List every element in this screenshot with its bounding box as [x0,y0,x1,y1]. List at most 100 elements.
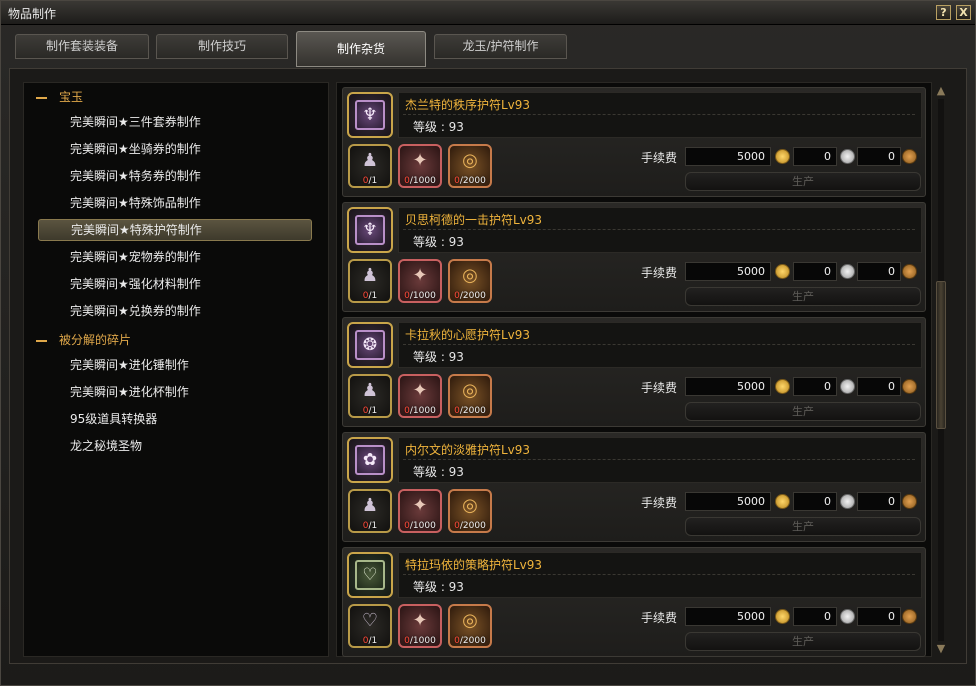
purple-wish-charm-icon[interactable]: ❂ [347,322,393,368]
divider [403,344,915,345]
purple-sword-charm-icon[interactable]: ♆ [347,207,393,253]
tree-item[interactable]: 完美瞬间★进化杯制作 [38,381,312,403]
recipe-card[interactable]: ✿ 内尔文的淡雅护符Lv93 等级 : 93 ♟ 0/1 ✦ 0/1000 ◎ 0/2000 手续… [342,432,926,542]
recipe-list: ♆ 杰兰特的秩序护符Lv93 等级 : 93 ♟ 0/1 ✦ 0/1000 ◎ 0/2000 手续… [336,82,932,657]
recipe-card[interactable]: ❂ 卡拉秋的心愿护符Lv93 等级 : 93 ♟ 0/1 ✦ 0/1000 ◎ 0/2000 手续… [342,317,926,427]
scroll-up-icon[interactable]: ▲ [935,85,947,97]
material-count: 0/1000 [404,291,436,301]
material-count: 0/1000 [404,636,436,646]
fee-silver-field: 0 [793,492,837,511]
scroll-thumb[interactable] [936,281,946,429]
close-button[interactable]: X [956,5,971,20]
material-glyph: ♟ [361,380,379,401]
red-fragment-material-icon[interactable]: ✦ 0/1000 [398,259,442,303]
material-glyph: ♟ [361,150,379,171]
category-label: 宝玉 [59,90,84,104]
bronze-coin-icon [902,264,917,279]
gold-ring-material-icon[interactable]: ◎ 0/2000 [448,604,492,648]
category-header[interactable]: 宝玉 [36,87,83,107]
category-label: 被分解的碎片 [59,333,132,347]
bronze-coin-icon [902,494,917,509]
gold-ring-material-icon[interactable]: ◎ 0/2000 [448,259,492,303]
tree-item[interactable]: 完美瞬间★坐骑券的制作 [38,138,312,160]
tree-item[interactable]: 完美瞬间★特务券的制作 [38,165,312,187]
help-button[interactable]: ? [936,5,951,20]
tree-item[interactable]: 95级道具转换器 [38,408,312,430]
produce-button[interactable]: 生产 [685,172,921,191]
material-count: 0/2000 [454,521,486,531]
recipe-card[interactable]: ♡ 特拉玛依的策略护符Lv93 等级 : 93 ♡ 0/1 ✦ 0/1000 ◎ 0/2000 手… [342,547,926,657]
divider [403,574,915,575]
purple-elegance-charm-icon[interactable]: ✿ [347,437,393,483]
produce-button[interactable]: 生产 [685,517,921,536]
recipe-info: 贝思柯德的一击护符Lv93 等级 : 93 [398,207,922,253]
fee-label: 手续费 [641,151,678,165]
recipe-info: 内尔文的淡雅护符Lv93 等级 : 93 [398,437,922,483]
tab-misc-goods[interactable]: 制作杂货 [296,31,426,67]
category-tree: 宝玉完美瞬间★三件套券制作 完美瞬间★坐骑券的制作 完美瞬间★特务券的制作 完美瞬间★… [23,82,329,657]
divider [403,459,915,460]
dark-charm-material-icon[interactable]: ♟ 0/1 [348,144,392,188]
tree-item[interactable]: 完美瞬间★强化材料制作 [38,273,312,295]
tree-item[interactable]: 完美瞬间★特殊饰品制作 [38,192,312,214]
material-glyph: ♟ [361,495,379,516]
fee-silver-field: 0 [793,377,837,396]
tab-dragon-jade-charm[interactable]: 龙玉/护符制作 [434,34,567,59]
material-glyph: ◎ [462,610,478,631]
recipe-name: 贝思柯德的一击护符Lv93 [405,213,543,227]
red-fragment-material-icon[interactable]: ✦ 0/1000 [398,374,442,418]
recipe-level: 等级 : 93 [413,465,464,479]
collapse-icon[interactable] [36,96,47,99]
recipe-level: 等级 : 93 [413,235,464,249]
tab-set-equipment[interactable]: 制作套装装备 [15,34,149,59]
tree-item[interactable]: 龙之秘境圣物 [38,435,312,457]
produce-button[interactable]: 生产 [685,632,921,651]
tree-item[interactable]: 完美瞬间★兑换券的制作 [38,300,312,322]
material-count: 0/1000 [404,406,436,416]
charm-emblem: ♆ [355,100,385,130]
gold-ring-material-icon[interactable]: ◎ 0/2000 [448,489,492,533]
recipe-card[interactable]: ♆ 杰兰特的秩序护符Lv93 等级 : 93 ♟ 0/1 ✦ 0/1000 ◎ 0/2000 手续… [342,87,926,197]
fee-label: 手续费 [641,266,678,280]
tree-item[interactable]: 完美瞬间★宠物券的制作 [38,246,312,268]
category-header[interactable]: 被分解的碎片 [36,330,131,350]
green-heart-charm-icon[interactable]: ♡ [347,552,393,598]
recipe-name: 杰兰特的秩序护符Lv93 [405,98,531,112]
recipe-scrollbar[interactable]: ▲ ▼ [933,83,949,657]
fee-gold-field: 5000 [685,607,771,626]
red-fragment-material-icon[interactable]: ✦ 0/1000 [398,144,442,188]
recipe-name: 特拉玛依的策略护符Lv93 [405,558,543,572]
material-glyph: ♡ [361,610,379,631]
gold-ring-material-icon[interactable]: ◎ 0/2000 [448,144,492,188]
recipe-info: 特拉玛依的策略护符Lv93 等级 : 93 [398,552,922,598]
purple-sword-charm-icon[interactable]: ♆ [347,92,393,138]
fee-gold-field: 5000 [685,492,771,511]
green-heart-material-icon[interactable]: ♡ 0/1 [348,604,392,648]
tree-item[interactable]: 完美瞬间★进化锤制作 [38,354,312,376]
gold-coin-icon [775,609,790,624]
tree-item[interactable]: 完美瞬间★三件套券制作 [38,111,312,133]
dark-charm-material-icon[interactable]: ♟ 0/1 [348,259,392,303]
divider [403,114,915,115]
tab-bar: 制作套装装备 制作技巧 制作杂货 龙玉/护符制作 [15,31,965,67]
dark-charm-material-icon[interactable]: ♟ 0/1 [348,489,392,533]
dark-charm-material-icon[interactable]: ♟ 0/1 [348,374,392,418]
collapse-icon[interactable] [36,339,47,342]
material-glyph: ◎ [462,150,478,171]
tab-crafting-skill[interactable]: 制作技巧 [156,34,288,59]
tree-item[interactable]: 完美瞬间★特殊护符制作 [38,219,312,241]
gold-ring-material-icon[interactable]: ◎ 0/2000 [448,374,492,418]
produce-button[interactable]: 生产 [685,287,921,306]
recipe-name: 内尔文的淡雅护符Lv93 [405,443,531,457]
scroll-down-icon[interactable]: ▼ [935,643,947,655]
recipe-card[interactable]: ♆ 贝思柯德的一击护符Lv93 等级 : 93 ♟ 0/1 ✦ 0/1000 ◎ 0/2000 手… [342,202,926,312]
red-fragment-material-icon[interactable]: ✦ 0/1000 [398,489,442,533]
fee-gold-field: 5000 [685,147,771,166]
recipe-level: 等级 : 93 [413,580,464,594]
produce-button[interactable]: 生产 [685,402,921,421]
fee-gold-field: 5000 [685,377,771,396]
charm-emblem: ❂ [355,330,385,360]
title-bar[interactable]: 物品制作 ? X [1,1,975,25]
window-title: 物品制作 [8,7,57,21]
red-fragment-material-icon[interactable]: ✦ 0/1000 [398,604,442,648]
